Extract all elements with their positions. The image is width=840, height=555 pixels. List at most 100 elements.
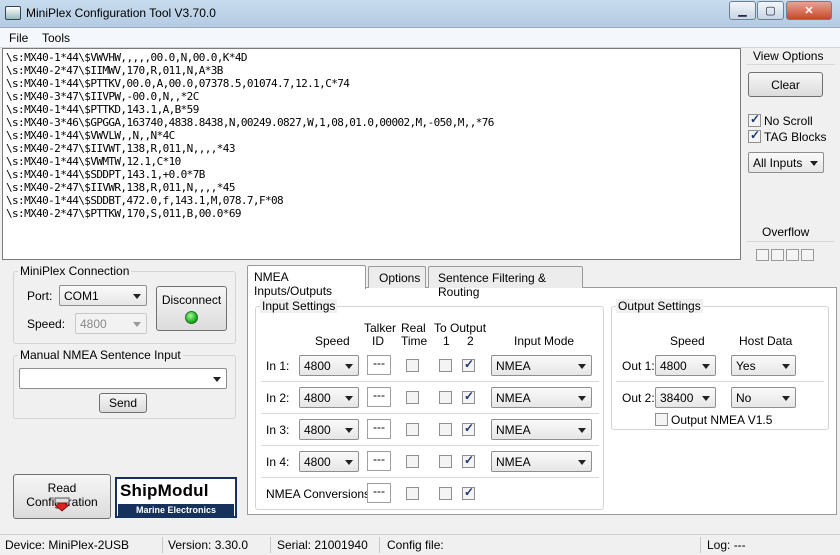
output-2-speed-select[interactable]: 38400 (655, 387, 716, 408)
terminal-line: \s:MX40-1*44\$SDDBT,472.0,f,143.1,M,078.… (6, 194, 284, 207)
input-1-output1-checkbox[interactable] (439, 359, 452, 372)
input-4-realtime-checkbox[interactable] (406, 455, 419, 468)
status-version: Version: 3.30.0 (168, 538, 249, 552)
input-2-output2-checkbox[interactable] (462, 389, 475, 404)
input-1-output2-checkbox[interactable] (462, 357, 475, 372)
terminal-line: \s:MX40-2*47\$PTTKW,170,S,011,B,00.0*69 (6, 207, 241, 220)
input-row-divider (261, 381, 599, 382)
input-speed-header: Speed (315, 334, 350, 348)
status-bar: Device: MiniPlex-2USB Version: 3.30.0 Se… (0, 534, 840, 555)
output-row-divider (616, 381, 824, 382)
connection-speed-select[interactable]: 4800 (75, 313, 147, 334)
nmea-conversions-label: NMEA Conversions: (266, 487, 374, 501)
terminal-line: \s:MX40-1*44\$VWMTW,12.1,C*10 (6, 155, 181, 168)
to-output-2-header: 2 (467, 334, 474, 348)
terminal-line: \s:MX40-1*44\$VWVHW,,,,,00.0,N,00.0,K*4D (6, 51, 248, 64)
input-3-speed-select[interactable]: 4800 (299, 419, 359, 440)
overflow-indicator-2 (771, 249, 784, 261)
port-select[interactable]: COM1 (59, 285, 147, 306)
close-button[interactable]: ✕ (786, 1, 832, 20)
tag-blocks-label: TAG Blocks (764, 130, 827, 144)
overflow-indicator-4 (801, 249, 814, 261)
overflow-label: Overflow (762, 225, 810, 239)
host-data-header: Host Data (739, 334, 793, 348)
input-row-divider (261, 445, 599, 446)
no-scroll-checkbox[interactable] (748, 112, 761, 127)
conversions-output1-checkbox[interactable] (439, 487, 452, 500)
input-4-output1-checkbox[interactable] (439, 455, 452, 468)
input-row-label: In 3: (266, 423, 290, 437)
terminal-line: \s:MX40-1*44\$SDDPT,143.1,+0.0*7B (6, 168, 205, 181)
conversions-realtime-checkbox[interactable] (406, 487, 419, 500)
status-log: Log: --- (707, 538, 746, 552)
clear-button[interactable]: Clear (748, 72, 823, 97)
terminal-line: \s:MX40-1*44\$PTTKD,143.1,A,B*59 (6, 103, 199, 116)
input-1-talker-field[interactable]: --- (367, 355, 391, 375)
port-label: Port: (27, 289, 53, 303)
output-1-host-data-select[interactable]: Yes (731, 355, 796, 376)
input-4-output2-checkbox[interactable] (462, 453, 475, 468)
title-bar: MiniPlex Configuration Tool V3.70.0 ▁ ▢ … (0, 0, 840, 28)
talker-header-2: ID (372, 334, 384, 348)
input-3-realtime-checkbox[interactable] (406, 423, 419, 436)
conversions-talker-field[interactable]: --- (367, 483, 391, 503)
input-3-talker-field[interactable]: --- (367, 419, 391, 439)
window-title: MiniPlex Configuration Tool V3.70.0 (26, 6, 216, 20)
view-options-divider (747, 64, 835, 65)
input-2-mode-select[interactable]: NMEA (491, 387, 592, 408)
minimize-icon: ▁ (738, 5, 747, 17)
conversions-output2-checkbox[interactable] (462, 485, 475, 500)
output-1-speed-select[interactable]: 4800 (655, 355, 716, 376)
overflow-divider (747, 241, 835, 242)
menu-tools[interactable]: Tools (42, 31, 70, 45)
input-1-speed-select[interactable]: 4800 (299, 355, 359, 376)
input-3-output2-checkbox[interactable] (462, 421, 475, 436)
input-filter-select[interactable]: All Inputs (748, 152, 824, 173)
input-3-mode-select[interactable]: NMEA (491, 419, 592, 440)
input-4-mode-select[interactable]: NMEA (491, 451, 592, 472)
realtime-header-1: Real (401, 321, 426, 335)
terminal-line: \s:MX40-2*47\$IIVWR,138,R,011,N,,,,*45 (6, 181, 235, 194)
output-nmea-v15-checkbox[interactable] (655, 413, 668, 426)
output-row-label: Out 1: (622, 359, 655, 373)
tag-blocks-checkbox[interactable] (748, 128, 761, 143)
no-scroll-label: No Scroll (764, 114, 813, 128)
tab-sentence-filtering[interactable]: Sentence Filtering & Routing (428, 266, 583, 299)
read-configuration-button[interactable]: Read Configuration (13, 474, 111, 519)
input-settings-title: Input Settings (260, 299, 338, 313)
input-4-talker-field[interactable]: --- (367, 451, 391, 471)
overflow-indicator-1 (756, 249, 769, 261)
to-output-1-header: 1 (443, 334, 450, 348)
input-2-realtime-checkbox[interactable] (406, 391, 419, 404)
input-1-realtime-checkbox[interactable] (406, 359, 419, 372)
status-divider (379, 537, 380, 553)
input-row-label: In 2: (266, 391, 290, 405)
input-3-output1-checkbox[interactable] (439, 423, 452, 436)
manual-sentence-input[interactable] (19, 368, 227, 389)
app-icon (5, 6, 21, 20)
to-output-header: To Output (434, 321, 487, 335)
nmea-terminal[interactable]: \s:MX40-1*44\$VWVHW,,,,,00.0,N,00.0,K*4D… (2, 48, 741, 260)
input-4-speed-select[interactable]: 4800 (299, 451, 359, 472)
minimize-button[interactable]: ▁ (729, 1, 756, 20)
connection-status-led-icon (185, 311, 198, 324)
status-divider (162, 537, 163, 553)
status-device: Device: MiniPlex-2USB (5, 538, 130, 552)
output-nmea-v15-label: Output NMEA V1.5 (671, 413, 773, 427)
input-row-divider (261, 413, 599, 414)
disconnect-button[interactable]: Disconnect (156, 286, 227, 331)
maximize-button[interactable]: ▢ (757, 1, 784, 20)
menu-file[interactable]: File (9, 31, 28, 45)
input-1-mode-select[interactable]: NMEA (491, 355, 592, 376)
status-config-file: Config file: (387, 538, 444, 552)
tab-options[interactable]: Options (368, 266, 426, 288)
talker-header-1: Talker (364, 321, 397, 335)
input-2-output1-checkbox[interactable] (439, 391, 452, 404)
tab-nmea-inputs-outputs[interactable]: NMEA Inputs/Outputs (247, 265, 366, 298)
input-row-label: In 1: (266, 359, 290, 373)
output-2-host-data-select[interactable]: No (731, 387, 796, 408)
shipmodul-logo: ShipModul Marine Electronics (115, 477, 237, 518)
input-2-speed-select[interactable]: 4800 (299, 387, 359, 408)
input-2-talker-field[interactable]: --- (367, 387, 391, 407)
send-button[interactable]: Send (99, 393, 147, 413)
